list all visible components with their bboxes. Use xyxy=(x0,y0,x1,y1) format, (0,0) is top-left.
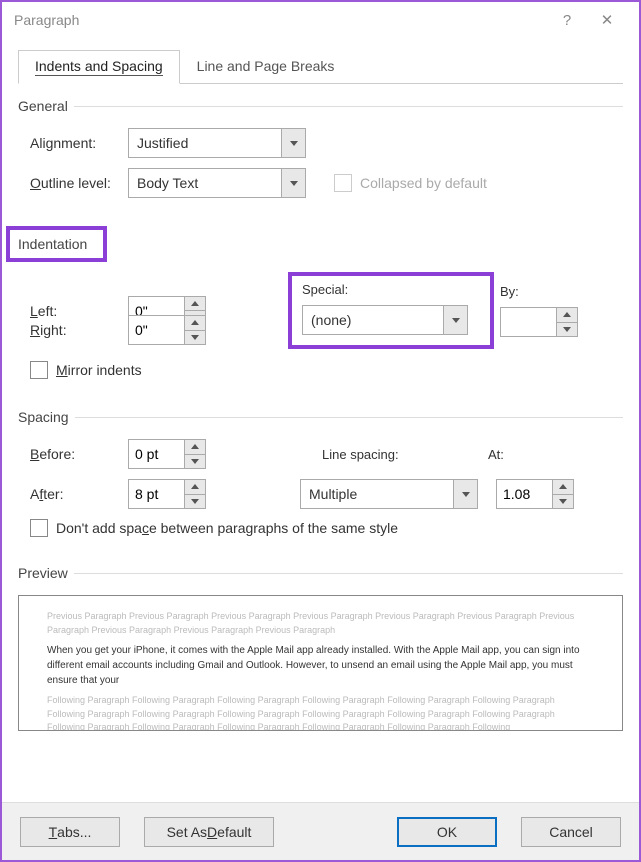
alignment-value: Justified xyxy=(129,135,281,151)
section-indentation: Indentation Left: Special: xyxy=(18,226,623,379)
titlebar: Paragraph ? ✕ xyxy=(2,2,639,38)
indentation-title-highlight: Indentation xyxy=(6,226,107,262)
cancel-button[interactable]: Cancel xyxy=(521,817,621,847)
special-value: (none) xyxy=(303,312,443,328)
arrow-down-icon[interactable] xyxy=(185,495,205,509)
tab-strip: Indents and Spacing Line and Page Breaks xyxy=(18,50,623,84)
arrow-up-icon[interactable] xyxy=(553,480,573,495)
spinner-buttons xyxy=(184,439,206,469)
before-label: Before: xyxy=(18,446,128,462)
line-spacing-combo[interactable]: Multiple xyxy=(300,479,478,509)
special-label: Special: xyxy=(302,282,480,297)
arrow-down-icon[interactable] xyxy=(557,323,577,337)
arrow-up-icon[interactable] xyxy=(185,480,205,495)
at-spinner[interactable] xyxy=(496,479,574,509)
dialog-footer: Tabs... Set As Default OK Cancel xyxy=(2,802,639,860)
preview-following: Following Paragraph Following Paragraph … xyxy=(47,694,594,731)
help-button[interactable]: ? xyxy=(547,6,587,34)
right-input[interactable] xyxy=(128,315,184,345)
arrow-up-icon[interactable] xyxy=(185,297,205,312)
before-input[interactable] xyxy=(128,439,184,469)
arrow-up-icon[interactable] xyxy=(185,316,205,331)
dialog-title: Paragraph xyxy=(14,12,547,28)
tab-line-page-breaks[interactable]: Line and Page Breaks xyxy=(180,50,352,83)
line-spacing-value: Multiple xyxy=(301,486,453,502)
by-spinner[interactable] xyxy=(500,307,578,337)
preview-previous: Previous Paragraph Previous Paragraph Pr… xyxy=(47,610,594,637)
outline-value: Body Text xyxy=(129,175,281,191)
general-title: General xyxy=(18,98,74,114)
right-label: Right: xyxy=(18,322,128,338)
dont-add-checkbox[interactable] xyxy=(30,519,48,537)
collapsed-checkbox xyxy=(334,174,352,192)
arrow-down-icon[interactable] xyxy=(185,331,205,345)
preview-title: Preview xyxy=(18,565,74,581)
after-label: After: xyxy=(18,486,128,502)
arrow-down-icon[interactable] xyxy=(185,455,205,469)
spacing-title: Spacing xyxy=(18,409,75,425)
after-spinner[interactable] xyxy=(128,479,206,509)
mirror-checkbox[interactable] xyxy=(30,361,48,379)
divider xyxy=(74,106,623,107)
right-spinner[interactable] xyxy=(128,315,206,345)
mirror-label: Mirror indents xyxy=(56,362,142,378)
chevron-down-icon[interactable] xyxy=(453,480,477,508)
spinner-buttons xyxy=(556,307,578,337)
preview-body: When you get your iPhone, it comes with … xyxy=(47,643,594,688)
line-spacing-label: Line spacing: xyxy=(322,447,452,462)
divider xyxy=(74,573,623,574)
left-label: Left: xyxy=(18,303,128,319)
tab-label: Indents and Spacing xyxy=(35,58,163,76)
section-preview: Preview Previous Paragraph Previous Para… xyxy=(18,565,623,731)
after-input[interactable] xyxy=(128,479,184,509)
before-spinner[interactable] xyxy=(128,439,206,469)
dont-add-label: Don't add space between paragraphs of th… xyxy=(56,520,398,536)
alignment-combo[interactable]: Justified xyxy=(128,128,306,158)
section-spacing: Spacing Before: Line spacing: At: Af xyxy=(18,409,623,537)
spinner-buttons xyxy=(184,479,206,509)
outline-combo[interactable]: Body Text xyxy=(128,168,306,198)
special-combo[interactable]: (none) xyxy=(302,305,468,335)
spinner-buttons xyxy=(552,479,574,509)
close-button[interactable]: ✕ xyxy=(587,6,627,34)
arrow-up-icon[interactable] xyxy=(185,440,205,455)
section-general: General Alignment: Justified Outline lev… xyxy=(18,98,623,198)
chevron-down-icon[interactable] xyxy=(281,169,305,197)
special-highlight: Special: (none) xyxy=(288,272,494,349)
spinner-buttons xyxy=(184,315,206,345)
divider xyxy=(75,417,623,418)
paragraph-dialog: Paragraph ? ✕ Indents and Spacing Line a… xyxy=(0,0,641,862)
collapsed-label: Collapsed by default xyxy=(360,175,487,191)
ok-button[interactable]: OK xyxy=(397,817,497,847)
arrow-up-icon[interactable] xyxy=(557,308,577,323)
chevron-down-icon[interactable] xyxy=(281,129,305,157)
preview-box: Previous Paragraph Previous Paragraph Pr… xyxy=(18,595,623,731)
by-label: By: xyxy=(500,284,578,299)
at-input[interactable] xyxy=(496,479,552,509)
set-default-button[interactable]: Set As Default xyxy=(144,817,274,847)
by-input[interactable] xyxy=(500,307,556,337)
chevron-down-icon[interactable] xyxy=(443,306,467,334)
at-label: At: xyxy=(488,447,504,462)
indentation-title: Indentation xyxy=(18,236,87,252)
alignment-label: Alignment: xyxy=(18,135,128,151)
tabs-button[interactable]: Tabs... xyxy=(20,817,120,847)
tab-indents-spacing[interactable]: Indents and Spacing xyxy=(18,50,180,84)
arrow-down-icon[interactable] xyxy=(553,495,573,509)
outline-label: Outline level: xyxy=(18,175,128,191)
